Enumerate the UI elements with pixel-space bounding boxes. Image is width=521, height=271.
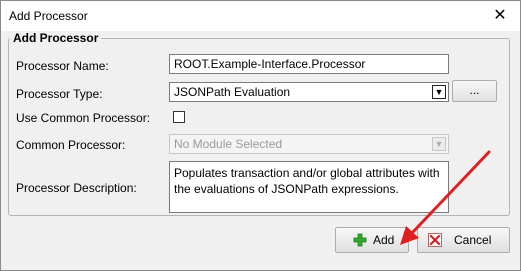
add-button-label: Add bbox=[373, 233, 395, 247]
add-button[interactable]: Add bbox=[335, 227, 409, 253]
x-icon bbox=[428, 233, 442, 247]
fieldset-legend: Add Processor bbox=[10, 31, 102, 45]
processor-name-input[interactable]: ROOT.Example-Interface.Processor bbox=[169, 54, 449, 74]
plus-icon bbox=[353, 233, 367, 247]
processor-type-select[interactable]: JSONPath Evaluation ▼ bbox=[169, 82, 449, 102]
common-processor-select: No Module Selected ▼ bbox=[169, 134, 449, 154]
cancel-button-label: Cancel bbox=[454, 233, 492, 247]
title-bar: Add Processor ✕ bbox=[1, 1, 520, 31]
window-title: Add Processor bbox=[9, 9, 88, 23]
cancel-button[interactable]: Cancel bbox=[417, 227, 510, 253]
browse-button[interactable]: ... bbox=[452, 80, 497, 102]
processor-description-textarea[interactable]: Populates transaction and/or global attr… bbox=[169, 161, 449, 213]
processor-type-value: JSONPath Evaluation bbox=[174, 85, 291, 99]
use-common-processor-checkbox[interactable] bbox=[173, 111, 185, 123]
chevron-down-icon[interactable]: ▼ bbox=[432, 85, 446, 99]
common-processor-value: No Module Selected bbox=[174, 137, 283, 151]
use-common-processor-label: Use Common Processor: bbox=[16, 111, 151, 125]
processor-type-label: Processor Type: bbox=[16, 87, 103, 101]
processor-name-label: Processor Name: bbox=[16, 59, 109, 73]
close-icon[interactable]: ✕ bbox=[486, 4, 514, 28]
common-processor-label: Common Processor: bbox=[16, 138, 126, 152]
processor-description-label: Processor Description: bbox=[16, 181, 137, 195]
chevron-down-icon: ▼ bbox=[432, 137, 446, 151]
